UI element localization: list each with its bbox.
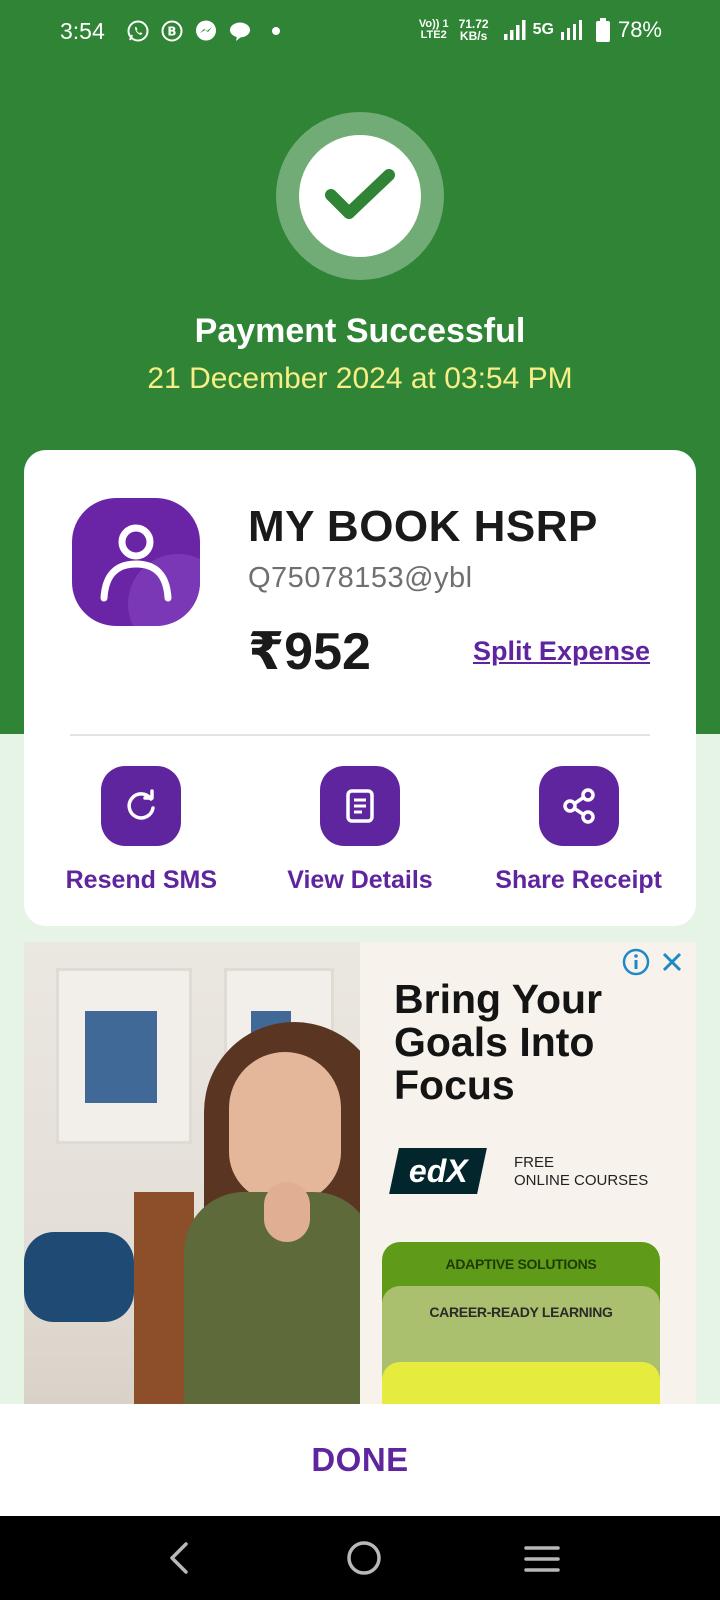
edx-logo-text: edX [408,1152,468,1189]
messenger-icon [196,20,216,41]
success-check-ring [276,112,444,280]
done-button[interactable]: DONE [311,1441,408,1479]
share-icon [562,788,595,824]
ad-feature-stack: ADAPTIVE SOLUTIONS CAREER-READY LEARNING [382,1242,660,1404]
resend-sms-action[interactable]: Resend SMS [36,766,246,895]
advertisement-banner[interactable]: Bring Your Goals Into Focus edX FREE ONL… [24,942,696,1404]
network-type: 5G [532,21,554,38]
view-details-button[interactable] [319,766,400,846]
payment-card: MY BOOK HSRP Q75078153@ybl ₹952 Split Ex… [24,450,696,926]
whatsapp-business-icon: B [161,20,183,42]
card-divider [70,734,650,736]
signal-icon [503,20,526,40]
ad-feature-2: CAREER-READY LEARNING [429,1304,613,1320]
ad-feature-1: ADAPTIVE SOLUTIONS [445,1256,597,1272]
battery-icon [595,18,610,42]
status-indicators: Vo)) 1 LTE2 71.72 KB/s 5G 78% [419,17,662,43]
resend-sms-button[interactable] [101,766,182,846]
payment-status-title: Payment Successful [194,312,526,350]
ad-tagline-line1: FREE [514,1154,555,1171]
view-details-action[interactable]: View Details [255,766,465,895]
ad-info-icon[interactable] [622,948,650,976]
checkmark-icon [325,169,395,219]
payee-name: MY BOOK HSRP [248,502,598,551]
payee-avatar [72,498,200,626]
person-icon [100,524,172,602]
ad-photo [24,942,360,1404]
chat-icon [230,22,250,41]
ad-wall-art-left [56,968,192,1144]
ad-person-face [229,1052,341,1202]
more-notifications-dot [272,27,280,35]
status-time: 3:54 [60,18,105,44]
split-expense-link[interactable]: Split Expense [473,636,650,667]
payment-datetime: 21 December 2024 at 03:54 PM [147,362,573,395]
payee-upi-id: Q75078153@ybl [248,562,473,594]
action-row: Resend SMS View Details Share Receipt [24,766,696,895]
notification-icons: B [126,19,280,43]
refresh-icon [127,789,156,820]
speed-unit: KB/s [459,29,488,43]
lte-label: LTE2 [420,29,447,41]
done-bar: DONE [0,1404,720,1516]
ad-headline: Bring Your Goals Into Focus [394,976,603,1108]
status-bar: 3:54 B Vo)) 1 LTE2 71.72 KB/s 5G 78% [0,0,720,66]
ad-tagline-line2: ONLINE COURSES [514,1172,649,1189]
ad-feature-card: CAREER-READY LEARNING [382,1286,660,1404]
share-receipt-button[interactable] [538,766,619,846]
network-speed: 71.72 KB/s [459,18,489,42]
document-icon [346,789,374,823]
volte-indicator: Vo)) 1 LTE2 [419,19,449,41]
home-icon[interactable] [344,1538,384,1578]
recent-apps-icon[interactable] [522,1542,562,1576]
ad-cushion [24,1232,134,1322]
ad-controls [622,948,684,976]
ad-brand-tagline: FREE ONLINE COURSES [514,1154,648,1190]
back-icon[interactable] [160,1538,200,1578]
success-check-circle [299,135,421,257]
battery-percent: 78% [617,17,662,42]
ad-close-icon[interactable] [660,950,684,974]
system-navigation-bar [0,1516,720,1600]
view-details-label: View Details [287,866,433,894]
ad-person-hand [264,1182,310,1242]
share-receipt-action[interactable]: Share Receipt [474,766,684,895]
whatsapp-icon [127,20,149,42]
svg-text:B: B [167,25,176,39]
resend-sms-label: Resend SMS [65,866,218,894]
signal-icon-sim2 [560,20,582,40]
share-receipt-label: Share Receipt [495,866,663,894]
payment-amount: ₹952 [248,623,371,681]
edx-logo: edX [389,1148,487,1194]
ad-feature-highlight [382,1362,660,1404]
